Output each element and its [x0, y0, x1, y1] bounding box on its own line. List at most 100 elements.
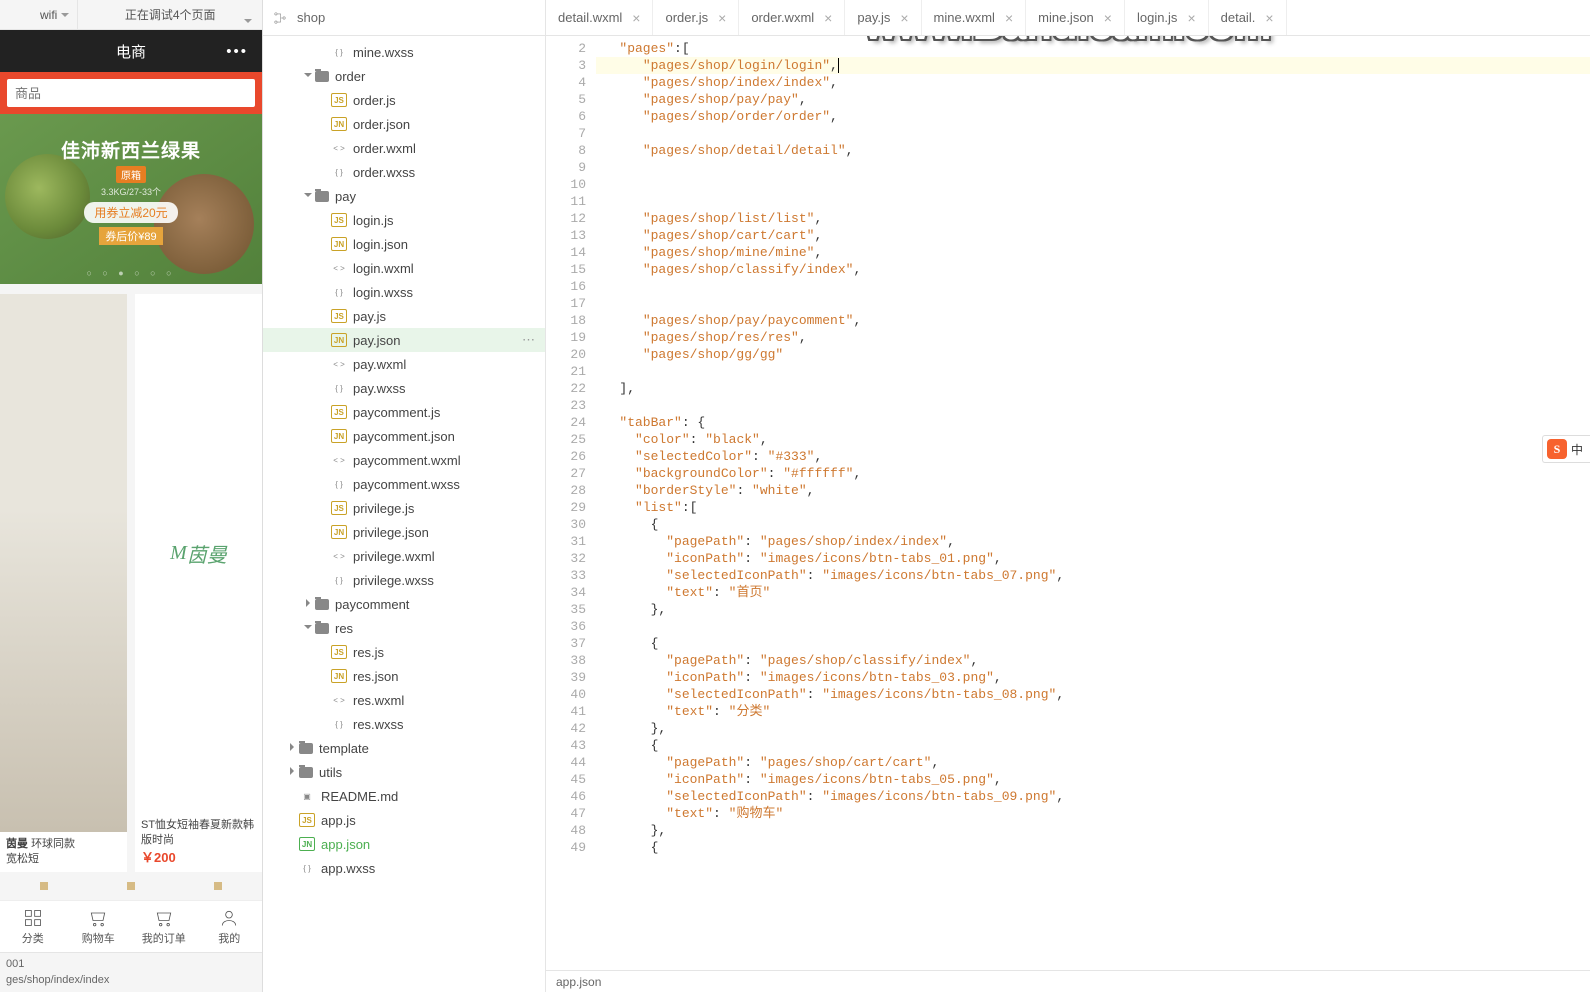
file-res.json[interactable]: JNres.json [263, 664, 545, 688]
file-paycomment[interactable]: paycomment [263, 592, 545, 616]
file-login.json[interactable]: JNlogin.json [263, 232, 545, 256]
file-privilege.wxss[interactable]: { }privilege.wxss [263, 568, 545, 592]
ime-indicator[interactable]: S 中 [1542, 435, 1590, 463]
tab-orders[interactable]: 我的订单 [131, 901, 197, 952]
code-content[interactable]: "pages":[ "pages/shop/login/login", "pag… [596, 36, 1590, 970]
search-input[interactable] [7, 79, 255, 107]
file-README.md[interactable]: ▣README.md [263, 784, 545, 808]
product-label: ST恤女短袖春夏新款韩版时尚 [135, 813, 262, 845]
file-app.wxss[interactable]: { }app.wxss [263, 856, 545, 880]
tree-header[interactable]: shop [263, 0, 545, 36]
file-app.js[interactable]: JSapp.js [263, 808, 545, 832]
editor-tab[interactable]: login.js× [1125, 0, 1209, 35]
product-card[interactable]: 茵曼 环球同款宽松短 [0, 294, 127, 872]
app-header: 电商 ••• [0, 30, 262, 72]
wxml-icon: < > [331, 141, 347, 155]
tab-label: mine.json [1038, 10, 1094, 25]
chevron-icon [287, 767, 297, 777]
close-icon[interactable]: × [632, 10, 640, 26]
file-name: res.wxml [353, 693, 404, 708]
file-pay.wxss[interactable]: { } pay.wxss [263, 376, 545, 400]
tree-body[interactable]: { }mine.wxssorderJSorder.jsJNorder.json<… [263, 36, 545, 992]
file-paycomment.js[interactable]: JSpaycomment.js [263, 400, 545, 424]
json-icon: JN [331, 525, 347, 539]
file-login.js[interactable]: JSlogin.js [263, 208, 545, 232]
editor-tab[interactable]: mine.wxml× [922, 0, 1027, 35]
file-name: res.js [353, 645, 384, 660]
file-paycomment.wxss[interactable]: { }paycomment.wxss [263, 472, 545, 496]
editor-tab[interactable]: mine.json × [1026, 0, 1125, 35]
editor-tab[interactable]: detail.wxml × [546, 0, 653, 35]
banner[interactable]: 佳沛新西兰绿果 原箱 3.3KG/27-33个 用券立减20元 券后价¥89 ○… [0, 114, 262, 284]
file-pay.json[interactable]: JNpay.json⋯ [263, 328, 545, 352]
carousel-dots[interactable]: ○ ○ ● ○ ○ ○ [0, 268, 262, 278]
close-icon[interactable]: × [718, 10, 726, 26]
js-icon: JS [331, 93, 347, 107]
folder-icon [315, 599, 329, 610]
sogou-logo-icon: S [1547, 439, 1567, 459]
close-icon[interactable]: × [1005, 10, 1013, 26]
close-icon[interactable]: × [1265, 10, 1273, 26]
close-icon[interactable]: × [1104, 10, 1112, 26]
editor-tab[interactable]: order.wxml × [739, 0, 845, 35]
wxss-icon: { } [331, 45, 347, 59]
chevron-icon [287, 743, 297, 753]
editor-tab[interactable]: order.js× [653, 0, 739, 35]
more-icon[interactable]: ••• [226, 43, 248, 60]
file-name: order.wxml [353, 141, 416, 156]
file-name: pay.wxss [353, 381, 406, 396]
file-order.wxss[interactable]: { }order.wxss [263, 160, 545, 184]
file-order.js[interactable]: JSorder.js [263, 88, 545, 112]
tab-label: order.wxml [751, 10, 814, 25]
js-icon: JS [331, 405, 347, 419]
file-login.wxss[interactable]: { }login.wxss [263, 280, 545, 304]
editor-tab[interactable]: pay.js × [845, 0, 921, 35]
file-privilege.wxml[interactable]: < >privilege.wxml [263, 544, 545, 568]
json-icon: JN [331, 117, 347, 131]
folder-icon [315, 191, 329, 202]
file-privilege.js[interactable]: JSprivilege.js [263, 496, 545, 520]
close-icon[interactable]: × [900, 10, 908, 26]
file-res.wxml[interactable]: < >res.wxml [263, 688, 545, 712]
network-dropdown[interactable]: wifi [0, 0, 78, 29]
file-res.wxss[interactable]: { }res.wxss [263, 712, 545, 736]
file-privilege.json[interactable]: JNprivilege.json [263, 520, 545, 544]
file-order.wxml[interactable]: < > order.wxml [263, 136, 545, 160]
wxss-icon: { } [331, 285, 347, 299]
file-order.json[interactable]: JNorder.json [263, 112, 545, 136]
json-icon: JN [331, 237, 347, 251]
wxss-icon: { } [331, 477, 347, 491]
banner-price: 券后价¥89 [99, 227, 162, 245]
tab-label: detail.wxml [558, 10, 622, 25]
file-res[interactable]: res [263, 616, 545, 640]
editor-tab[interactable]: detail. × [1209, 0, 1287, 35]
phone-preview: 电商 ••• 佳沛新西兰绿果 原箱 3.3KG/27-33个 用券立减20元 券… [0, 30, 262, 952]
wxss-icon: { } [331, 381, 347, 395]
tree-icon [273, 11, 287, 25]
file-paycomment.json[interactable]: JNpaycomment.json [263, 424, 545, 448]
file-login.wxml[interactable]: < >login.wxml [263, 256, 545, 280]
product-card[interactable]: M 茵曼 ST恤女短袖春夏新款韩版时尚 ￥200 [135, 294, 262, 872]
tab-mine[interactable]: 我的 [197, 901, 263, 952]
file-pay[interactable]: pay [263, 184, 545, 208]
debug-status-dropdown[interactable]: 正在调试4个页面 [78, 6, 262, 23]
file-utils[interactable]: utils [263, 760, 545, 784]
tab-cart[interactable]: 购物车 [66, 901, 132, 952]
js-icon: JS [331, 501, 347, 515]
file-app.json[interactable]: JNapp.json [263, 832, 545, 856]
file-template[interactable]: template [263, 736, 545, 760]
tab-label: detail. [1221, 10, 1256, 25]
close-icon[interactable]: × [1187, 10, 1195, 26]
file-pay.wxml[interactable]: < >pay.wxml [263, 352, 545, 376]
file-paycomment.wxml[interactable]: < >paycomment.wxml [263, 448, 545, 472]
file-order[interactable]: order [263, 64, 545, 88]
file-res.js[interactable]: JSres.js [263, 640, 545, 664]
close-icon[interactable]: × [824, 10, 832, 26]
more-icon[interactable]: ⋯ [522, 332, 535, 348]
file-mine.wxss[interactable]: { }mine.wxss [263, 40, 545, 64]
tab-label: pay.js [857, 10, 890, 25]
code-area[interactable]: www.Bandicam.com 23456789101112131415161… [546, 36, 1590, 970]
file-pay.js[interactable]: JSpay.js [263, 304, 545, 328]
wxss-icon: { } [331, 165, 347, 179]
tab-classify[interactable]: 分类 [0, 901, 66, 952]
